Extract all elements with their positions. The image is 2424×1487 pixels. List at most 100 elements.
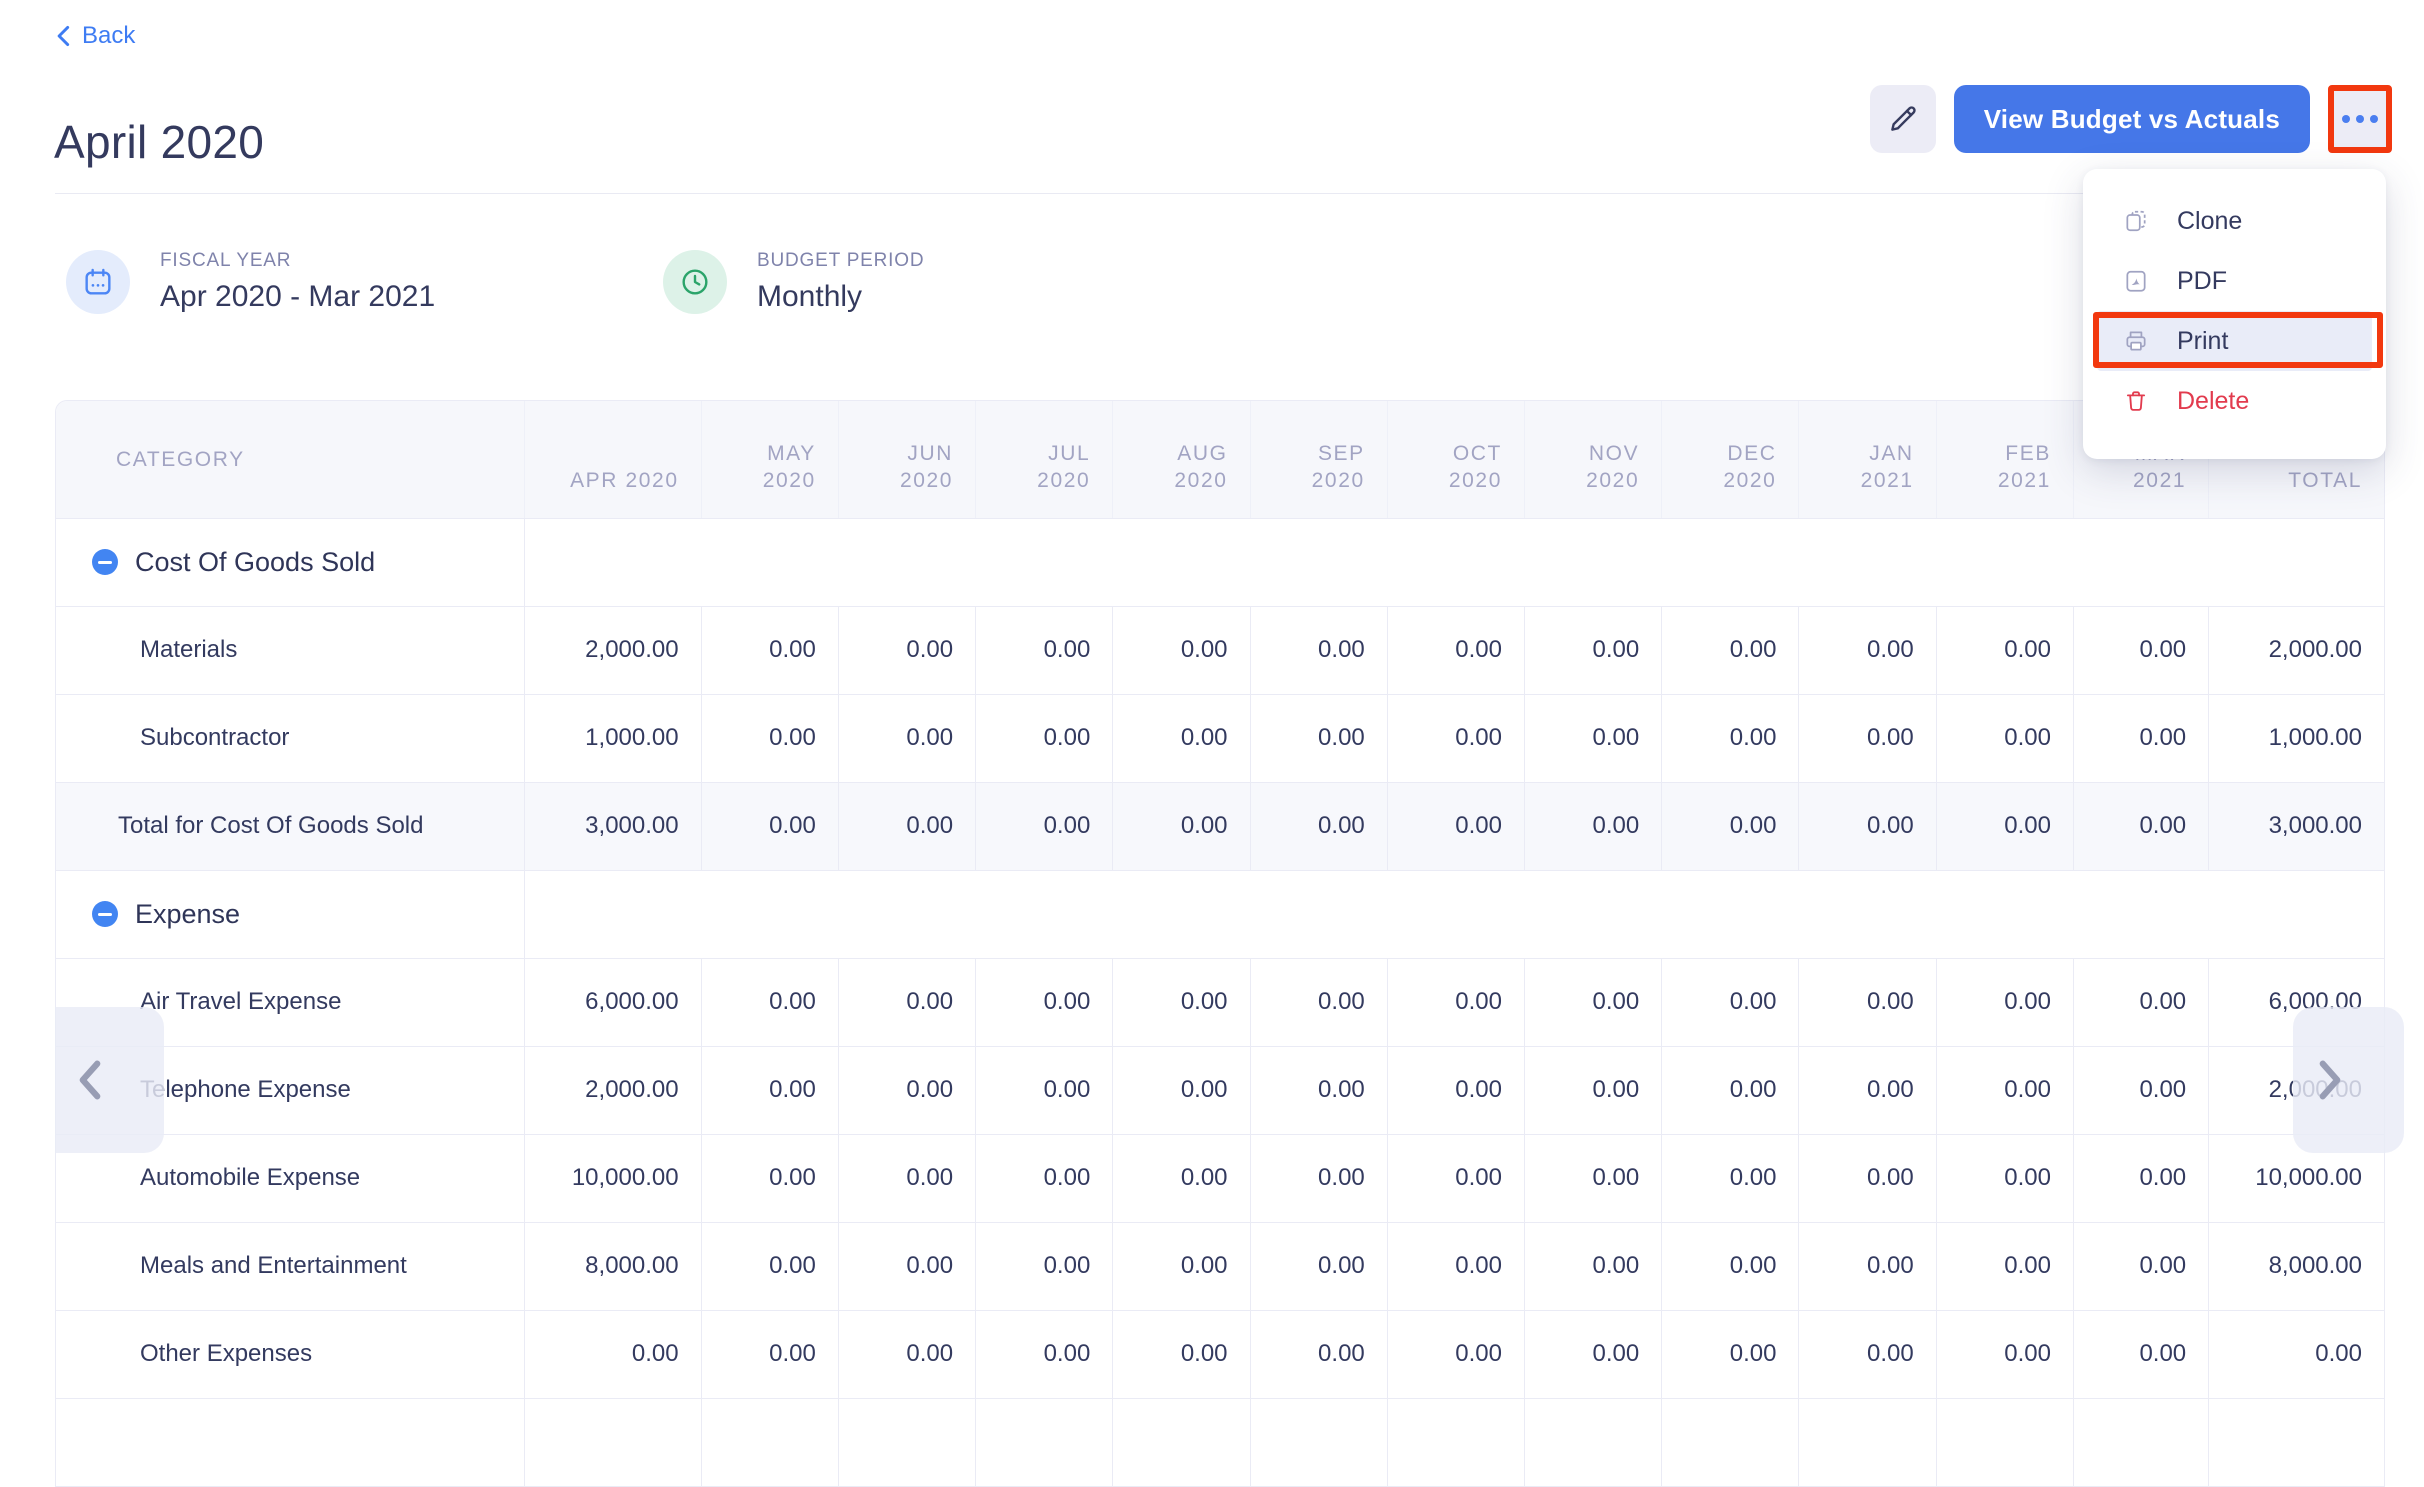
more-options-button[interactable]: [2328, 85, 2392, 153]
value-cell: 0.00: [976, 1310, 1113, 1398]
column-header-month: NOV 2020: [1525, 401, 1662, 518]
value-cell: 0.00: [1799, 1134, 1936, 1222]
value-cell: 0.00: [701, 958, 838, 1046]
scroll-right-button[interactable]: [2293, 1007, 2404, 1153]
menu-item-print[interactable]: Print: [2097, 311, 2372, 371]
value-cell: 0.00: [1387, 606, 1524, 694]
value-cell: 0.00: [1936, 958, 2073, 1046]
value-cell: 1,000.00: [525, 694, 701, 782]
value-cell: 0.00: [1662, 1222, 1799, 1310]
budget-period-label: BUDGET PERIOD: [757, 250, 924, 272]
delete-icon: [2123, 388, 2149, 414]
value-cell: 0.00: [701, 1310, 838, 1398]
back-label: Back: [82, 22, 135, 50]
chevron-left-icon: [77, 1060, 103, 1100]
value-cell: 0.00: [1387, 1134, 1524, 1222]
value-cell: 0.00: [1525, 1310, 1662, 1398]
value-cell: 0.00: [1250, 1310, 1387, 1398]
value-cell: 0.00: [1387, 694, 1524, 782]
value-cell: 0.00: [838, 1310, 975, 1398]
group-span-cell: [525, 870, 2384, 958]
chevron-left-icon: [56, 25, 72, 47]
category-cell: Other Expenses: [56, 1310, 525, 1398]
value-cell: 0.00: [1662, 1134, 1799, 1222]
value-cell: [1525, 1398, 1662, 1486]
fiscal-year-block: FISCAL YEAR Apr 2020 - Mar 2021: [66, 250, 435, 314]
ellipsis-icon: [2342, 115, 2350, 123]
edit-button[interactable]: [1870, 85, 1936, 153]
header-divider: [55, 193, 2383, 194]
value-cell: 0.00: [1936, 1222, 2073, 1310]
value-cell: 10,000.00: [525, 1134, 701, 1222]
column-header-month: JAN 2021: [1799, 401, 1936, 518]
value-cell: 0.00: [1662, 694, 1799, 782]
fiscal-year-label: FISCAL YEAR: [160, 250, 435, 272]
value-cell: 0.00: [1387, 958, 1524, 1046]
value-cell: 0.00: [1525, 958, 1662, 1046]
value-cell: 0.00: [1936, 1310, 2073, 1398]
value-cell: 0.00: [1113, 606, 1250, 694]
menu-item-delete[interactable]: Delete: [2083, 371, 2386, 431]
value-cell: 0.00: [838, 782, 975, 870]
value-cell: 0.00: [1799, 958, 1936, 1046]
value-cell: 0.00: [1250, 1222, 1387, 1310]
back-link[interactable]: Back: [56, 22, 135, 50]
table-row: Other Expenses0.000.000.000.000.000.000.…: [56, 1310, 2384, 1398]
value-cell: [2073, 1398, 2208, 1486]
budget-table: CATEGORYAPR 2020MAY 2020JUN 2020JUL 2020…: [55, 400, 2385, 1487]
category-cell: Total for Cost Of Goods Sold: [56, 782, 525, 870]
value-cell: 0.00: [976, 606, 1113, 694]
value-cell: [2209, 1398, 2384, 1486]
column-header-month: FEB 2021: [1936, 401, 2073, 518]
column-header-month: MAY 2020: [701, 401, 838, 518]
value-cell: [976, 1398, 1113, 1486]
category-cell: [56, 1398, 525, 1486]
clone-icon: [2123, 208, 2149, 234]
value-cell: 0.00: [701, 606, 838, 694]
value-cell: 0.00: [2073, 1134, 2208, 1222]
value-cell: 0.00: [838, 1046, 975, 1134]
value-cell: 0.00: [838, 606, 975, 694]
value-cell: 0.00: [976, 694, 1113, 782]
menu-item-label: PDF: [2177, 267, 2227, 296]
value-cell: 0.00: [1799, 1046, 1936, 1134]
collapse-icon[interactable]: [92, 901, 118, 927]
clock-icon: [663, 250, 727, 314]
value-cell: 0.00: [976, 1134, 1113, 1222]
value-cell: 0.00: [1936, 606, 2073, 694]
column-header-month: SEP 2020: [1250, 401, 1387, 518]
table-row: Automobile Expense10,000.000.000.000.000…: [56, 1134, 2384, 1222]
value-cell: 3,000.00: [525, 782, 701, 870]
more-options-menu: Clone PDF Print Delete: [2083, 169, 2386, 459]
value-cell: 0.00: [1525, 694, 1662, 782]
menu-item-pdf[interactable]: PDF: [2083, 251, 2386, 311]
column-header-month: JUL 2020: [976, 401, 1113, 518]
value-cell: 2,000.00: [2209, 606, 2384, 694]
column-header-month: AUG 2020: [1113, 401, 1250, 518]
value-cell: 0.00: [701, 1134, 838, 1222]
value-cell: 0.00: [976, 782, 1113, 870]
value-cell: 0.00: [976, 1222, 1113, 1310]
value-cell: 0.00: [838, 1134, 975, 1222]
scroll-left-button[interactable]: [55, 1007, 164, 1153]
group-header-row: Cost Of Goods Sold: [56, 518, 2384, 606]
value-cell: 0.00: [2209, 1310, 2384, 1398]
value-cell: 0.00: [1799, 694, 1936, 782]
view-budget-vs-actuals-button[interactable]: View Budget vs Actuals: [1954, 85, 2310, 153]
value-cell: 0.00: [2073, 958, 2208, 1046]
menu-item-clone[interactable]: Clone: [2083, 191, 2386, 251]
value-cell: 0.00: [1525, 1222, 1662, 1310]
value-cell: 2,000.00: [525, 606, 701, 694]
value-cell: 2,000.00: [525, 1046, 701, 1134]
value-cell: 0.00: [2073, 606, 2208, 694]
value-cell: 0.00: [1662, 782, 1799, 870]
calendar-icon: [66, 250, 130, 314]
value-cell: [1387, 1398, 1524, 1486]
value-cell: 0.00: [1799, 1222, 1936, 1310]
collapse-icon[interactable]: [92, 549, 118, 575]
value-cell: 0.00: [1387, 1310, 1524, 1398]
value-cell: 0.00: [1250, 958, 1387, 1046]
column-header-month: OCT 2020: [1387, 401, 1524, 518]
value-cell: 0.00: [1113, 694, 1250, 782]
value-cell: [701, 1398, 838, 1486]
